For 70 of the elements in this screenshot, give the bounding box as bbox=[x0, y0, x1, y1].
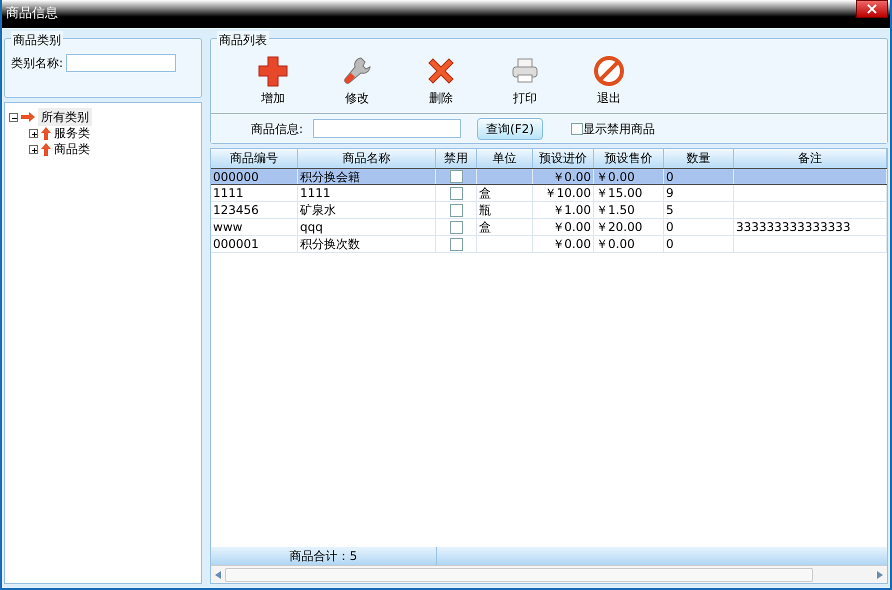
table-cell: 000000 bbox=[213, 170, 259, 184]
total-count: 商品合计：5 bbox=[290, 549, 358, 563]
field-label: 商品信息: bbox=[251, 120, 304, 138]
table-cell: 0 bbox=[666, 170, 674, 184]
scroll-thumb[interactable] bbox=[225, 568, 813, 582]
table-cell: www bbox=[213, 220, 242, 234]
table-cell: ￥15.00 bbox=[596, 186, 642, 200]
expand-icon[interactable] bbox=[29, 144, 38, 154]
arrow-icon bbox=[21, 112, 35, 122]
table-row[interactable]: 1111 1111 盒 ￥10.00 ￥15.00 9 bbox=[211, 185, 887, 202]
table-cell: ￥1.00 bbox=[552, 203, 591, 217]
table-cell: ￥20.00 bbox=[596, 220, 642, 234]
expand-icon[interactable] bbox=[29, 128, 38, 138]
toolbar-button[interactable]: 增加 bbox=[231, 55, 315, 107]
table-row[interactable]: 000001 积分换次数 ￥0.00 ￥0.00 0 bbox=[211, 236, 887, 253]
arrow-icon bbox=[41, 142, 51, 156]
scroll-right-icon[interactable] bbox=[877, 570, 883, 578]
table-row[interactable]: 000000 积分换会籍 ￥0.00 ￥0.00 0 bbox=[211, 168, 887, 185]
window-title: 商品信息 bbox=[6, 5, 58, 23]
table-cell: 123456 bbox=[213, 203, 259, 217]
table-cell: 瓶 bbox=[479, 203, 491, 217]
table-cell: 1111 bbox=[213, 186, 244, 200]
table-cell: 333333333333333 bbox=[736, 220, 851, 234]
name-field[interactable] bbox=[66, 54, 176, 72]
search-field[interactable] bbox=[313, 119, 462, 138]
table-cell: ￥1.50 bbox=[596, 203, 635, 217]
field-label: 类别名称: bbox=[11, 55, 64, 72]
table-cell: 1111 bbox=[300, 186, 331, 200]
tree-item[interactable]: 服务类 bbox=[54, 124, 90, 142]
query-button[interactable]: 查询(F2) bbox=[477, 118, 543, 140]
table-cell: qqq bbox=[300, 220, 323, 234]
checkbox[interactable] bbox=[450, 220, 462, 234]
wrench-icon bbox=[341, 55, 373, 87]
table-cell: 盒 bbox=[479, 186, 491, 200]
toolbar-button[interactable]: 打印 bbox=[483, 55, 567, 107]
checkbox[interactable] bbox=[450, 170, 462, 183]
collapse-icon[interactable] bbox=[9, 112, 18, 122]
table-row[interactable]: 123456 矿泉水 瓶 ￥1.00 ￥1.50 5 bbox=[211, 202, 887, 219]
table-cell: 0 bbox=[666, 237, 674, 251]
table-row[interactable]: www qqq 盒 ￥0.00 ￥20.00 0 333333333333333 bbox=[211, 219, 887, 236]
table-cell: ￥0.00 bbox=[596, 170, 635, 184]
table-cell: 0 bbox=[666, 220, 674, 234]
table-cell: ￥10.00 bbox=[544, 186, 591, 200]
table-cell: 矿泉水 bbox=[300, 203, 336, 217]
plus-icon bbox=[257, 55, 289, 87]
group-title: 商品列表 bbox=[217, 31, 269, 49]
table-cell: 盒 bbox=[479, 220, 491, 234]
scroll-left-icon[interactable] bbox=[215, 570, 221, 578]
tree-item[interactable]: 所有类别 bbox=[38, 108, 92, 126]
table-cell: 9 bbox=[666, 186, 674, 200]
toolbar-button[interactable]: 删除 bbox=[399, 55, 483, 107]
arrow-icon bbox=[41, 126, 51, 140]
toolbar-button[interactable]: 修改 bbox=[315, 55, 399, 107]
table-cell: ￥0.00 bbox=[552, 237, 591, 251]
table-cell: ￥0.00 bbox=[596, 237, 635, 251]
close-button[interactable]: × bbox=[856, 0, 888, 18]
table-cell: ￥0.00 bbox=[552, 170, 591, 184]
tree-item[interactable]: 商品类 bbox=[54, 140, 90, 158]
checkbox[interactable] bbox=[450, 204, 462, 216]
toolbar-button[interactable]: 退出 bbox=[567, 55, 651, 107]
table-cell: 5 bbox=[666, 203, 674, 217]
table-cell: 积分换次数 bbox=[300, 237, 360, 251]
table-cell: 积分换会籍 bbox=[300, 170, 360, 184]
checkbox[interactable] bbox=[450, 186, 462, 200]
group-title: 商品类别 bbox=[11, 31, 63, 49]
table-cell: ￥0.00 bbox=[552, 220, 591, 234]
horizontal-scrollbar[interactable] bbox=[211, 565, 887, 583]
checkbox[interactable] bbox=[450, 238, 462, 250]
table-cell: 000001 bbox=[213, 237, 259, 251]
no-entry-icon bbox=[593, 55, 625, 87]
